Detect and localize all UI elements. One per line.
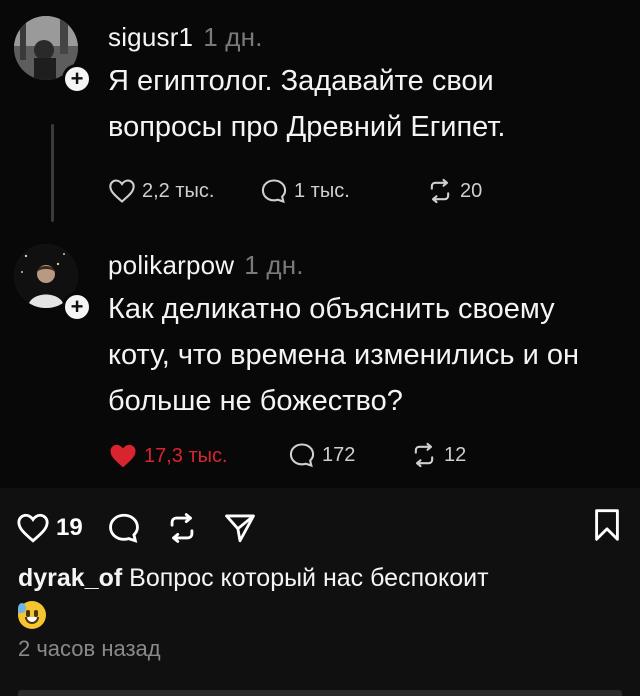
heart-icon: [109, 179, 135, 203]
post-text: Как деликатно объяснить своему коту, что…: [108, 286, 579, 424]
comment-button[interactable]: [107, 512, 141, 544]
repost-stat[interactable]: 12: [410, 442, 466, 468]
repost-stat[interactable]: 20: [426, 178, 482, 204]
comment-stat[interactable]: 1 тыс.: [260, 178, 350, 204]
post-header: sigusr1 1 дн.: [108, 22, 263, 53]
like-count: 2,2 тыс.: [142, 179, 215, 202]
follow-plus-icon[interactable]: +: [62, 64, 92, 94]
post-text-line: Как деликатно объяснить своему: [108, 293, 555, 325]
post-time: 1 дн.: [244, 250, 304, 280]
bookmark-button[interactable]: [594, 508, 620, 547]
caption-author[interactable]: dyrak_of: [18, 564, 122, 592]
repost-button[interactable]: [165, 512, 199, 544]
repost-count: 20: [460, 179, 483, 202]
post-text-line: больше не божество?: [108, 385, 403, 417]
caption-text: Вопрос который нас беспокоит: [129, 564, 489, 592]
heart-icon: [17, 513, 49, 543]
action-bar: 19: [16, 508, 281, 548]
post-text-line: Я египтолог. Задавайте свои: [108, 65, 494, 97]
username[interactable]: sigusr1: [108, 22, 193, 52]
follow-plus-icon[interactable]: +: [62, 292, 92, 322]
share-button[interactable]: [223, 512, 257, 544]
repost-icon: [414, 442, 434, 468]
post-footer: 19 dyrak_of Вопрос который нас беспокоит…: [0, 488, 640, 696]
like-button[interactable]: 19: [16, 512, 83, 544]
post-text-line: коту, что времена изменились и он: [108, 339, 579, 371]
comment-bubble-icon: [108, 513, 139, 543]
username[interactable]: polikarpow: [108, 250, 234, 280]
send-icon: [224, 514, 255, 543]
repost-icon: [170, 513, 194, 543]
comment-bubble-icon: [289, 443, 315, 468]
like-stat[interactable]: 2,2 тыс.: [108, 178, 214, 204]
thread-connector-line: [51, 124, 54, 222]
comment-bubble-icon: [261, 179, 287, 204]
repost-count: 12: [444, 443, 467, 466]
comment-input-edge[interactable]: [18, 690, 622, 696]
bookmark-icon: [595, 509, 619, 541]
comment-count: 172: [322, 443, 356, 466]
heart-filled-icon: [110, 444, 136, 468]
thread-screenshot: + sigusr1 1 дн. Я египтолог. Задавайте св…: [0, 0, 640, 488]
post-text: Я египтолог. Задавайте свои вопросы про …: [108, 58, 505, 150]
like-count: 19: [56, 514, 83, 541]
comment-count: 1 тыс.: [294, 179, 350, 202]
post-time-ago: 2 часов назад: [18, 636, 161, 661]
post-time: 1 дн.: [203, 22, 263, 52]
grinning-sweat-emoji: [18, 601, 46, 630]
post-header: polikarpow 1 дн.: [108, 250, 304, 281]
like-count: 17,3 тыс.: [144, 444, 228, 467]
repost-icon: [430, 178, 450, 204]
like-stat[interactable]: 17,3 тыс.: [108, 442, 228, 470]
comment-stat[interactable]: 172: [288, 442, 355, 468]
post-text-line: вопросы про Древний Египет.: [108, 111, 506, 143]
caption: dyrak_of Вопрос который нас беспокоит: [18, 562, 618, 630]
